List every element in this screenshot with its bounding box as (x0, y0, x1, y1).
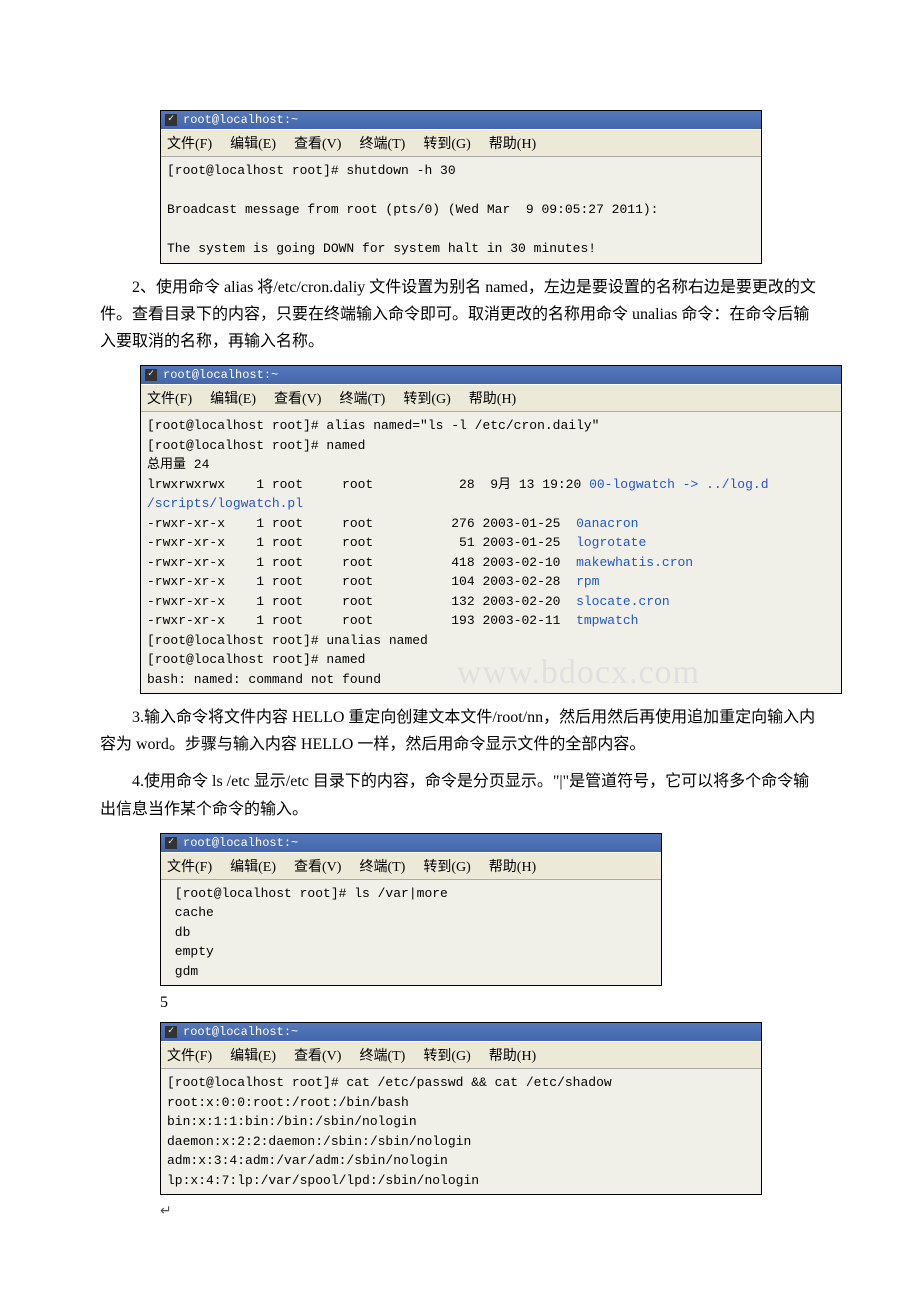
menu-view[interactable]: 查看(V) (274, 388, 321, 408)
window-title: root@localhost:~ (183, 1025, 298, 1039)
menu-edit[interactable]: 编辑(E) (230, 856, 276, 876)
term-line: [root@localhost root]# alias named="ls -… (147, 416, 835, 436)
menu-help[interactable]: 帮助(H) (489, 1045, 536, 1065)
term-line: -rwxr-xr-x 1 root root 418 2003-02-10 ma… (147, 553, 835, 573)
term-line: gdm (167, 962, 655, 982)
menu-terminal[interactable]: 终端(T) (339, 388, 385, 408)
terminal-window-2: ✓ root@localhost:~ 文件(F) 编辑(E) 查看(V) 终端(… (140, 365, 842, 694)
terminal-window-4: ✓ root@localhost:~ 文件(F) 编辑(E) 查看(V) 终端(… (160, 1022, 762, 1195)
paragraph-2: 2、使用命令 alias 将/etc/cron.daliy 文件设置为别名 na… (100, 274, 820, 356)
term-line: Broadcast message from root (pts/0) (Wed… (167, 200, 755, 220)
term-line (167, 220, 755, 240)
menu-edit[interactable]: 编辑(E) (230, 133, 276, 153)
menu-go[interactable]: 转到(G) (403, 388, 450, 408)
term-line: [root@localhost root]# unalias named (147, 631, 835, 651)
term-line: The system is going DOWN for system halt… (167, 239, 755, 259)
terminal-body[interactable]: [root@localhost root]# ls /var|more cach… (161, 880, 661, 986)
menu-view[interactable]: 查看(V) (294, 133, 341, 153)
titlebar: ✓ root@localhost:~ (141, 366, 841, 384)
term-line: -rwxr-xr-x 1 root root 132 2003-02-20 sl… (147, 592, 835, 612)
term-line: 总用量 24 (147, 455, 835, 475)
term-line: daemon:x:2:2:daemon:/sbin:/sbin/nologin (167, 1132, 755, 1152)
term-line: -rwxr-xr-x 1 root root 51 2003-01-25 log… (147, 533, 835, 553)
term-line: /scripts/logwatch.pl (147, 494, 835, 514)
term-line: lrwxrwxrwx 1 root root 28 9月 13 19:20 00… (147, 475, 835, 495)
window-menu-icon[interactable]: ✓ (145, 369, 157, 381)
window-menu-icon[interactable]: ✓ (165, 114, 177, 126)
titlebar: ✓ root@localhost:~ (161, 1023, 761, 1041)
term-line: root:x:0:0:root:/root:/bin/bash (167, 1093, 755, 1113)
menubar: 文件(F) 编辑(E) 查看(V) 终端(T) 转到(G) 帮助(H) (161, 129, 761, 157)
menu-go[interactable]: 转到(G) (423, 856, 470, 876)
menu-terminal[interactable]: 终端(T) (359, 133, 405, 153)
menu-terminal[interactable]: 终端(T) (359, 856, 405, 876)
term-line: bash: named: command not found (147, 670, 835, 690)
term-line: [root@localhost root]# named (147, 650, 835, 670)
term-line: -rwxr-xr-x 1 root root 104 2003-02-28 rp… (147, 572, 835, 592)
menu-view[interactable]: 查看(V) (294, 856, 341, 876)
term-line: db (167, 923, 655, 943)
menubar: 文件(F) 编辑(E) 查看(V) 终端(T) 转到(G) 帮助(H) (161, 852, 661, 880)
terminal-body[interactable]: [root@localhost root]# shutdown -h 30 Br… (161, 157, 761, 263)
term-line: [root@localhost root]# cat /etc/passwd &… (167, 1073, 755, 1093)
window-title: root@localhost:~ (183, 836, 298, 850)
terminal-window-1: ✓ root@localhost:~ 文件(F) 编辑(E) 查看(V) 终端(… (160, 110, 762, 264)
term-line: -rwxr-xr-x 1 root root 193 2003-02-11 tm… (147, 611, 835, 631)
term-line: cache (167, 903, 655, 923)
term-line: [root@localhost root]# ls /var|more (167, 884, 655, 904)
titlebar: ✓ root@localhost:~ (161, 111, 761, 129)
term-line: empty (167, 942, 655, 962)
item-5-number: 5 (160, 994, 820, 1012)
terminal-body[interactable]: [root@localhost root]# cat /etc/passwd &… (161, 1069, 761, 1194)
term-line: [root@localhost root]# shutdown -h 30 (167, 161, 755, 181)
term-line: bin:x:1:1:bin:/bin:/sbin/nologin (167, 1112, 755, 1132)
paragraph-4: 4.使用命令 ls /etc 显示/etc 目录下的内容，命令是分页显示。"|"… (100, 768, 820, 822)
term-line: adm:x:3:4:adm:/var/adm:/sbin/nologin (167, 1151, 755, 1171)
menu-file[interactable]: 文件(F) (167, 856, 212, 876)
terminal-body[interactable]: [root@localhost root]# alias named="ls -… (141, 412, 841, 693)
window-menu-icon[interactable]: ✓ (165, 837, 177, 849)
titlebar: ✓ root@localhost:~ (161, 834, 661, 852)
window-title: root@localhost:~ (183, 113, 298, 127)
paragraph-3: 3.输入命令将文件内容 HELLO 重定向创建文本文件/root/nn，然后用然… (100, 704, 820, 758)
menubar: 文件(F) 编辑(E) 查看(V) 终端(T) 转到(G) 帮助(H) (161, 1041, 761, 1069)
menu-help[interactable]: 帮助(H) (489, 133, 536, 153)
term-line: -rwxr-xr-x 1 root root 276 2003-01-25 0a… (147, 514, 835, 534)
menu-file[interactable]: 文件(F) (167, 1045, 212, 1065)
menu-help[interactable]: 帮助(H) (489, 856, 536, 876)
menu-terminal[interactable]: 终端(T) (359, 1045, 405, 1065)
term-line: lp:x:4:7:lp:/var/spool/lpd:/sbin/nologin (167, 1171, 755, 1191)
window-title: root@localhost:~ (163, 368, 278, 382)
term-line (167, 181, 755, 201)
menu-go[interactable]: 转到(G) (423, 133, 470, 153)
menu-go[interactable]: 转到(G) (423, 1045, 470, 1065)
menu-help[interactable]: 帮助(H) (469, 388, 516, 408)
window-menu-icon[interactable]: ✓ (165, 1026, 177, 1038)
menu-edit[interactable]: 编辑(E) (210, 388, 256, 408)
term-line: [root@localhost root]# named (147, 436, 835, 456)
menu-file[interactable]: 文件(F) (147, 388, 192, 408)
menu-view[interactable]: 查看(V) (294, 1045, 341, 1065)
menu-file[interactable]: 文件(F) (167, 133, 212, 153)
menubar: 文件(F) 编辑(E) 查看(V) 终端(T) 转到(G) 帮助(H) (141, 384, 841, 412)
menu-edit[interactable]: 编辑(E) (230, 1045, 276, 1065)
return-icon: ↵ (160, 1203, 820, 1220)
terminal-window-3: ✓ root@localhost:~ 文件(F) 编辑(E) 查看(V) 终端(… (160, 833, 662, 987)
